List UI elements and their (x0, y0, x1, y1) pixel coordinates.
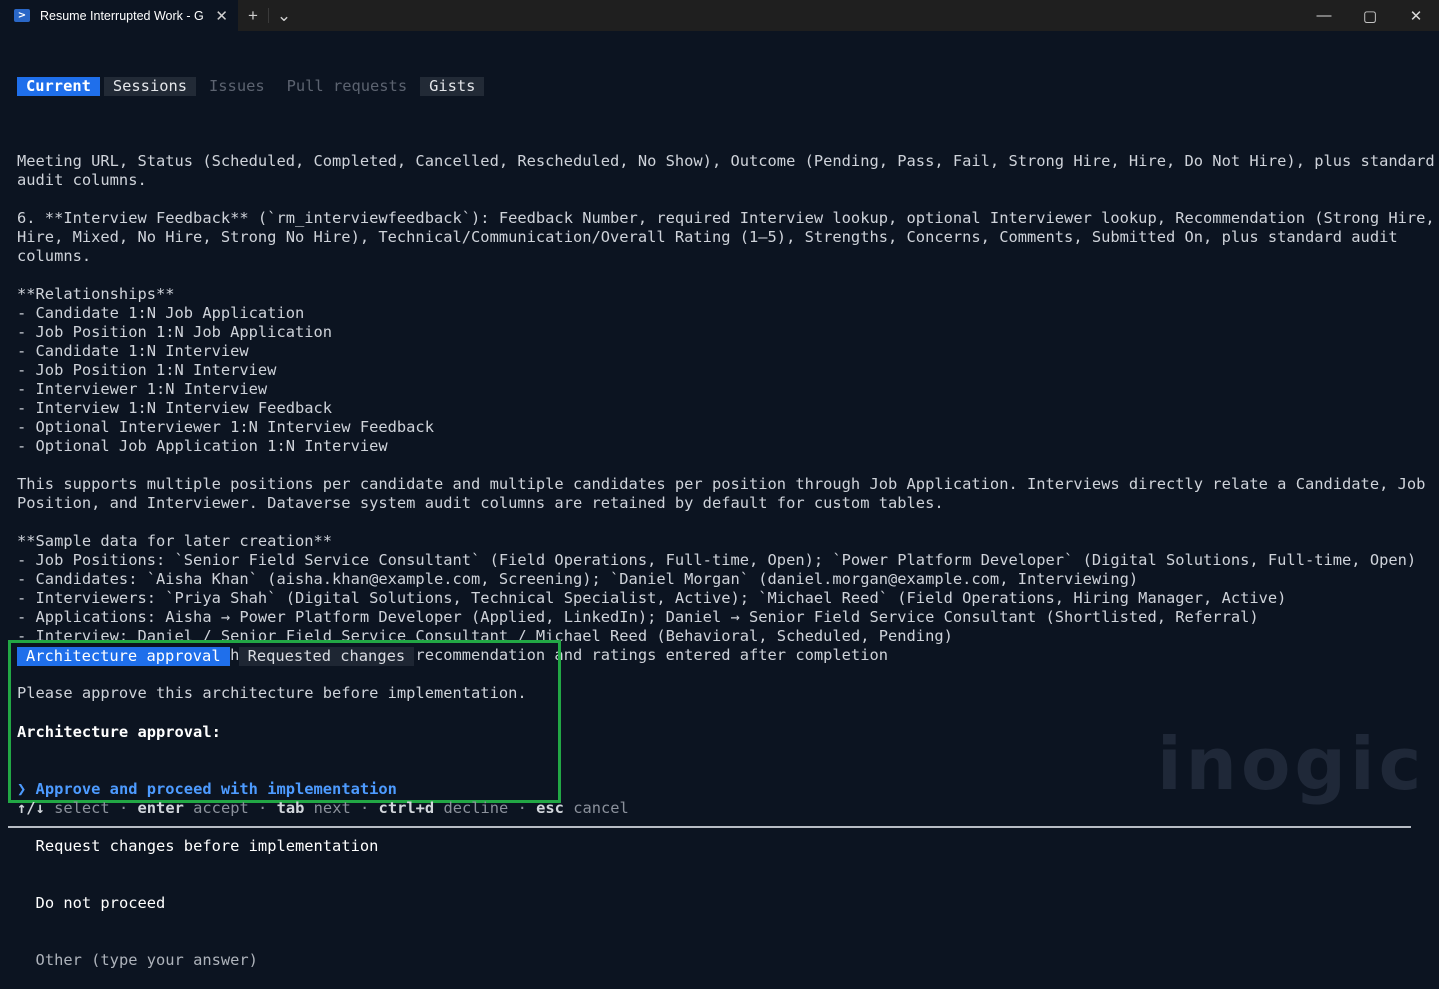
selection-chevron-icon: ❯ (17, 780, 36, 798)
hint-action: select (54, 799, 110, 817)
hint-key: enter (137, 799, 184, 817)
hint-key: esc (536, 799, 564, 817)
tab-gists[interactable]: Gists (420, 77, 485, 96)
question-title: Architecture approval: (17, 723, 221, 741)
message-body: Meeting URL, Status (Scheduled, Complete… (17, 152, 1435, 703)
content-line: - Job Position 1:N Job Application (17, 323, 333, 341)
tab-close-icon[interactable]: ✕ (215, 7, 228, 25)
tab-architecture-approval[interactable]: Architecture approval (17, 647, 230, 666)
option-request-changes[interactable]: Request changes before implementation (17, 837, 397, 856)
content-line: - Interview 1:N Interview Feedback (17, 399, 333, 417)
hint-separator: · (109, 799, 138, 817)
tab-dropdown-icon[interactable]: ⌄ (269, 0, 299, 31)
content-line: - Job Positions: `Senior Field Service C… (17, 551, 1417, 569)
content-line: - Optional Interviewer 1:N Interview Fee… (17, 418, 434, 436)
content-line: **Sample data for later creation** (17, 532, 333, 550)
hint-action: accept (193, 799, 249, 817)
content-line: - Job Position 1:N Interview (17, 361, 277, 379)
approval-question: Architecture approval: ❯ Approve and pro… (17, 685, 397, 989)
hint-key: tab (276, 799, 305, 817)
content-line: - Interviewer 1:N Interview (17, 380, 268, 398)
maximize-button[interactable]: ▢ (1347, 0, 1393, 31)
hint-key: ↑/↓ (17, 799, 45, 817)
content-line (17, 266, 1427, 285)
option-other[interactable]: Other (type your answer) (17, 951, 397, 970)
content-line: 6. **Interview Feedback** (`rm_interview… (17, 209, 1435, 227)
hint-separator: · (508, 799, 537, 817)
approval-tabs: Architecture approval Requested changes (17, 647, 423, 666)
minimize-button[interactable]: — (1301, 0, 1347, 31)
content-line: - Candidate 1:N Interview (17, 342, 249, 360)
content-line: **Relationships** (17, 285, 175, 303)
tab-current[interactable]: Current (17, 77, 100, 96)
close-window-button[interactable]: ✕ (1393, 0, 1439, 31)
tab-title: Resume Interrupted Work - G (40, 8, 204, 23)
terminal-tab[interactable]: > Resume Interrupted Work - G ✕ (0, 0, 238, 31)
new-tab-button[interactable]: + (238, 0, 268, 31)
tab-requested-changes[interactable]: Requested changes (238, 647, 415, 666)
terminal-output: Current Sessions Issues Pull requests Gi… (17, 38, 1435, 722)
drag-region[interactable] (299, 0, 1301, 31)
option-do-not-proceed[interactable]: Do not proceed (17, 894, 397, 913)
content-line: This supports multiple positions per can… (17, 475, 1426, 493)
input-divider (8, 826, 1411, 828)
hint-action: next (313, 799, 351, 817)
content-line: columns. (17, 247, 92, 265)
content-line: - Candidate 1:N Job Application (17, 304, 305, 322)
content-line (17, 513, 1427, 532)
content-line: Meeting URL, Status (Scheduled, Complete… (17, 152, 1435, 170)
title-bar: > Resume Interrupted Work - G ✕ + ⌄ — ▢ … (0, 0, 1439, 31)
content-line: Position, and Interviewer. Dataverse sys… (17, 494, 944, 512)
tab-pull-requests[interactable]: Pull requests (278, 77, 416, 96)
hint-action: decline (443, 799, 509, 817)
content-line (17, 456, 1427, 475)
watermark-logo: inogic (1157, 722, 1426, 806)
nav-tabs: Current Sessions Issues Pull requests Gi… (17, 76, 1427, 97)
content-line: audit columns. (17, 171, 147, 189)
content-line: - Interviewers: `Priya Shah` (Digital So… (17, 589, 1287, 607)
hint-separator: · (248, 799, 277, 817)
option-approve[interactable]: ❯ Approve and proceed with implementatio… (17, 780, 397, 799)
content-line (17, 190, 1427, 209)
tab-issues[interactable]: Issues (200, 77, 274, 96)
content-line: - Applications: Aisha → Power Platform D… (17, 608, 1259, 626)
content-line: - Candidates: `Aisha Khan` (aisha.khan@e… (17, 570, 1139, 588)
tab-sessions[interactable]: Sessions (103, 77, 197, 96)
hint-key: ctrl+d (378, 799, 435, 817)
content-line: Hire, Mixed, No Hire, Strong No Hire), T… (17, 228, 1398, 246)
powershell-icon: > (14, 9, 30, 22)
hint-action: cancel (573, 799, 629, 817)
hint-separator: · (350, 799, 379, 817)
content-line: - Optional Job Application 1:N Interview (17, 437, 388, 455)
keyboard-hints: ↑/↓ select · enter accept · tab next · c… (17, 799, 629, 818)
